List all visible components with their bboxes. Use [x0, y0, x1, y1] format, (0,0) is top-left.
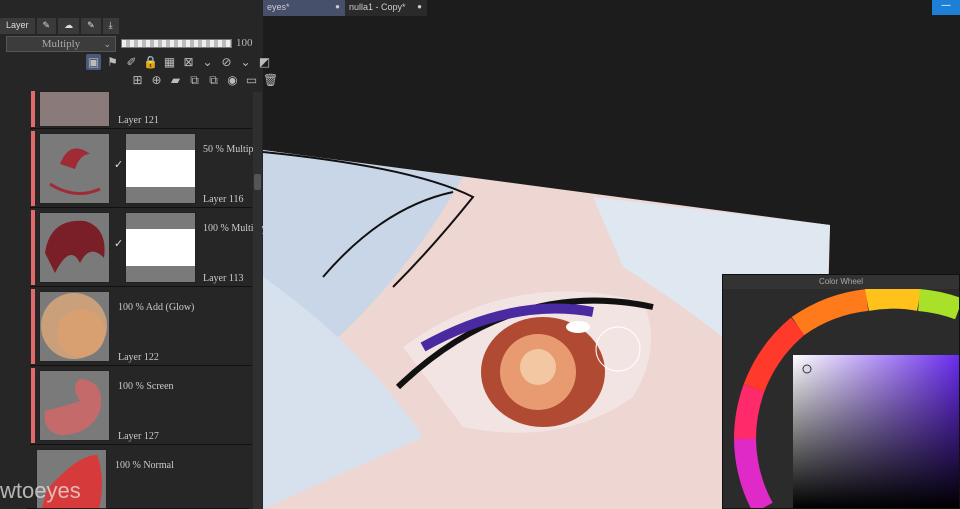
mask-link-check-icon[interactable]: ✓: [114, 158, 123, 171]
layer-row[interactable]: ✓ 50 % Multiply Layer 116: [30, 130, 261, 208]
tab-layer[interactable]: Layer: [0, 18, 35, 34]
layer-name: Layer 113: [203, 273, 244, 284]
blend-mode-value: Multiply: [41, 38, 81, 50]
tab-label: eyes*: [267, 2, 290, 12]
tab-download-icon[interactable]: ⤓: [102, 18, 119, 34]
document-tabs: eyes* ● nulla1 - Copy* ●: [263, 0, 427, 16]
close-dot-icon[interactable]: ●: [335, 2, 340, 11]
layer-name: Layer 116: [203, 194, 244, 205]
layer-color-mark: [31, 289, 35, 364]
layer-mode: 100 % Add (Glow): [118, 302, 195, 313]
new-raster-layer-icon[interactable]: ⊞: [130, 72, 145, 88]
layer-mask-thumbnail: [125, 212, 196, 283]
transfer-down-icon[interactable]: ⧉: [187, 72, 202, 88]
layer-color-mark: [31, 131, 35, 206]
layer-mode: 100 % Normal: [115, 460, 174, 471]
camera-icon[interactable]: ▭: [244, 72, 259, 88]
tab-label: nulla1 - Copy*: [349, 2, 406, 12]
layer-thumbnail: [39, 212, 110, 283]
tab-eyes[interactable]: eyes* ●: [263, 0, 345, 16]
lock-transparency-icon[interactable]: ▦: [162, 54, 177, 70]
layer-name: Layer 121: [118, 115, 159, 126]
draft-icon[interactable]: ✐: [124, 54, 139, 70]
panel-tabs: Layer ✎ ☁ ✎ ⤓: [0, 18, 119, 34]
layer-color-mark: [31, 91, 35, 127]
clip-icon[interactable]: ▣: [86, 54, 101, 70]
layer-color-mark: [31, 210, 35, 285]
layer-color-mark: [31, 368, 35, 443]
layer-scrollbar[interactable]: [253, 92, 262, 509]
chevron-down-icon: ⌄: [103, 39, 111, 49]
close-dot-icon[interactable]: ●: [417, 2, 422, 11]
mask-icon[interactable]: ◉: [225, 72, 240, 88]
layer-thumbnail: [39, 291, 110, 362]
mask-enable-icon[interactable]: ⊠: [181, 54, 196, 70]
mask-link-check-icon[interactable]: ✓: [114, 237, 123, 250]
layer-row[interactable]: 100 % Add (Glow) Layer 122: [30, 288, 252, 366]
new-folder-icon[interactable]: ▰: [168, 72, 183, 88]
minimize-button[interactable]: —: [932, 0, 960, 15]
layer-mask-thumbnail: [125, 133, 196, 204]
layer-row[interactable]: ✓ 100 % Multiply Layer 113: [30, 209, 266, 287]
tab-nulla1-copy[interactable]: nulla1 - Copy* ●: [345, 0, 427, 16]
tab-brush-icon[interactable]: ✎: [36, 18, 57, 34]
layer-name: Layer 127: [118, 431, 159, 442]
layer-row[interactable]: 100 % Screen Layer 127: [30, 367, 252, 445]
chevron-down-icon[interactable]: ⌄: [200, 54, 215, 70]
layer-mode: 100 % Screen: [118, 381, 174, 392]
opacity-value[interactable]: 100: [236, 37, 253, 49]
tab-cloud-icon[interactable]: ☁: [58, 18, 80, 34]
value-shade: [793, 355, 959, 508]
layer-name: Layer 122: [118, 352, 159, 363]
opacity-slider[interactable]: [121, 39, 232, 48]
layer-thumbnail: [39, 133, 110, 204]
ruler-icon[interactable]: ⊘: [219, 54, 234, 70]
color-wheel-title: Color Wheel: [723, 275, 959, 289]
layer-thumbnail: [39, 370, 110, 441]
scrollbar-thumb[interactable]: [254, 174, 261, 190]
lock-icon[interactable]: 🔒: [143, 54, 158, 70]
layer-panel: Layer ✎ ☁ ✎ ⤓ Multiply ⌄ 100 ▣ ⚑ ✐ 🔒 ▦ ⊠ …: [0, 0, 278, 509]
merge-icon[interactable]: ⧉: [206, 72, 221, 88]
color-wheel-panel: Color Wheel: [722, 274, 960, 509]
watermark: wtoeyes: [0, 478, 81, 503]
reference-icon[interactable]: ⚑: [105, 54, 120, 70]
blend-mode-select[interactable]: Multiply ⌄: [6, 36, 116, 52]
layer-row[interactable]: Layer 121: [30, 90, 252, 129]
chevron-down-icon[interactable]: ⌄: [238, 54, 253, 70]
layer-thumbnail: [39, 91, 110, 127]
new-vector-layer-icon[interactable]: ⊕: [149, 72, 164, 88]
color-wheel[interactable]: [723, 289, 959, 508]
tab-pen-icon[interactable]: ✎: [81, 18, 101, 34]
